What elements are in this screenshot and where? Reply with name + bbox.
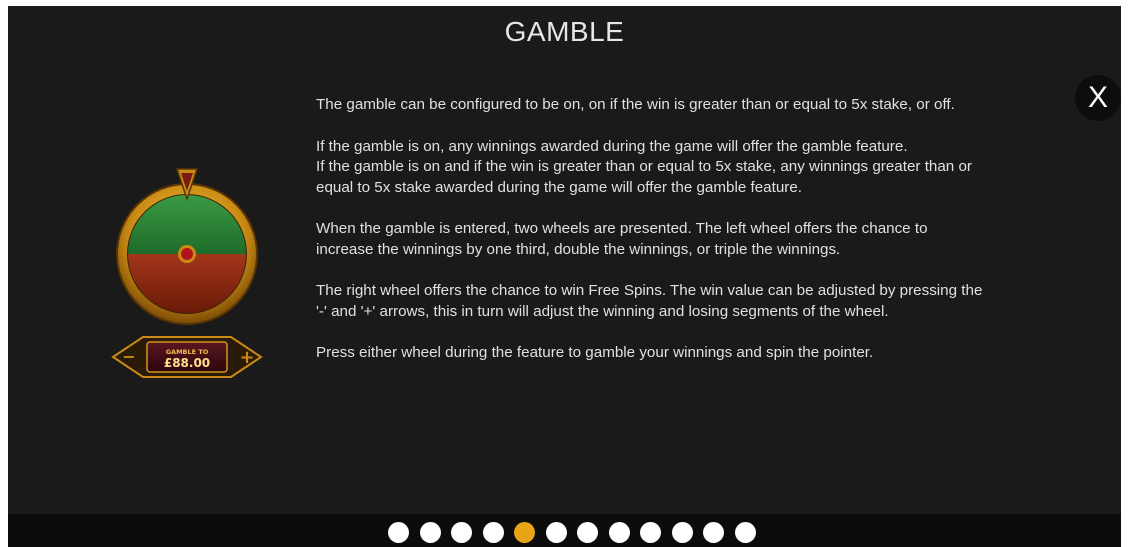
paragraph-4: The right wheel offers the chance to win… (316, 282, 983, 320)
page-dot[interactable] (577, 522, 598, 543)
help-panel: GAMBLE X − + GAMBLE TO £88.00 The gamble… (8, 6, 1121, 514)
close-button[interactable]: X (1075, 75, 1121, 121)
help-text: The gamble can be configured to be on, o… (316, 95, 986, 364)
page-dot[interactable] (640, 522, 661, 543)
paragraph-3: When the gamble is entered, two wheels a… (316, 220, 928, 258)
decrease-icon: − (122, 347, 135, 366)
gamble-to-amount: £88.00 (164, 356, 210, 370)
increase-icon: + (239, 347, 254, 368)
close-icon: X (1087, 81, 1108, 114)
page-dot[interactable] (734, 522, 756, 543)
page-dot[interactable] (482, 522, 504, 543)
page-dot[interactable] (419, 522, 441, 543)
gamble-wheel-illustration: − + GAMBLE TO £88.00 (111, 168, 263, 378)
page-dot[interactable] (545, 522, 567, 543)
pagination-bar (8, 514, 1121, 547)
paragraph-2: If the gamble is on, any winnings awarde… (316, 137, 972, 196)
page-dot[interactable] (451, 522, 472, 543)
page-dot[interactable] (608, 522, 630, 543)
page-title: GAMBLE (504, 16, 625, 47)
page-dot[interactable] (671, 522, 693, 543)
gamble-to-label: GAMBLE TO (166, 348, 209, 356)
page-dot[interactable] (388, 522, 409, 543)
page-dot-active[interactable] (514, 522, 535, 543)
page-dot[interactable] (703, 522, 724, 543)
paragraph-5: Press either wheel during the feature to… (316, 344, 874, 361)
pagination-dots (388, 522, 756, 543)
paragraph-1: The gamble can be configured to be on, o… (316, 96, 955, 113)
